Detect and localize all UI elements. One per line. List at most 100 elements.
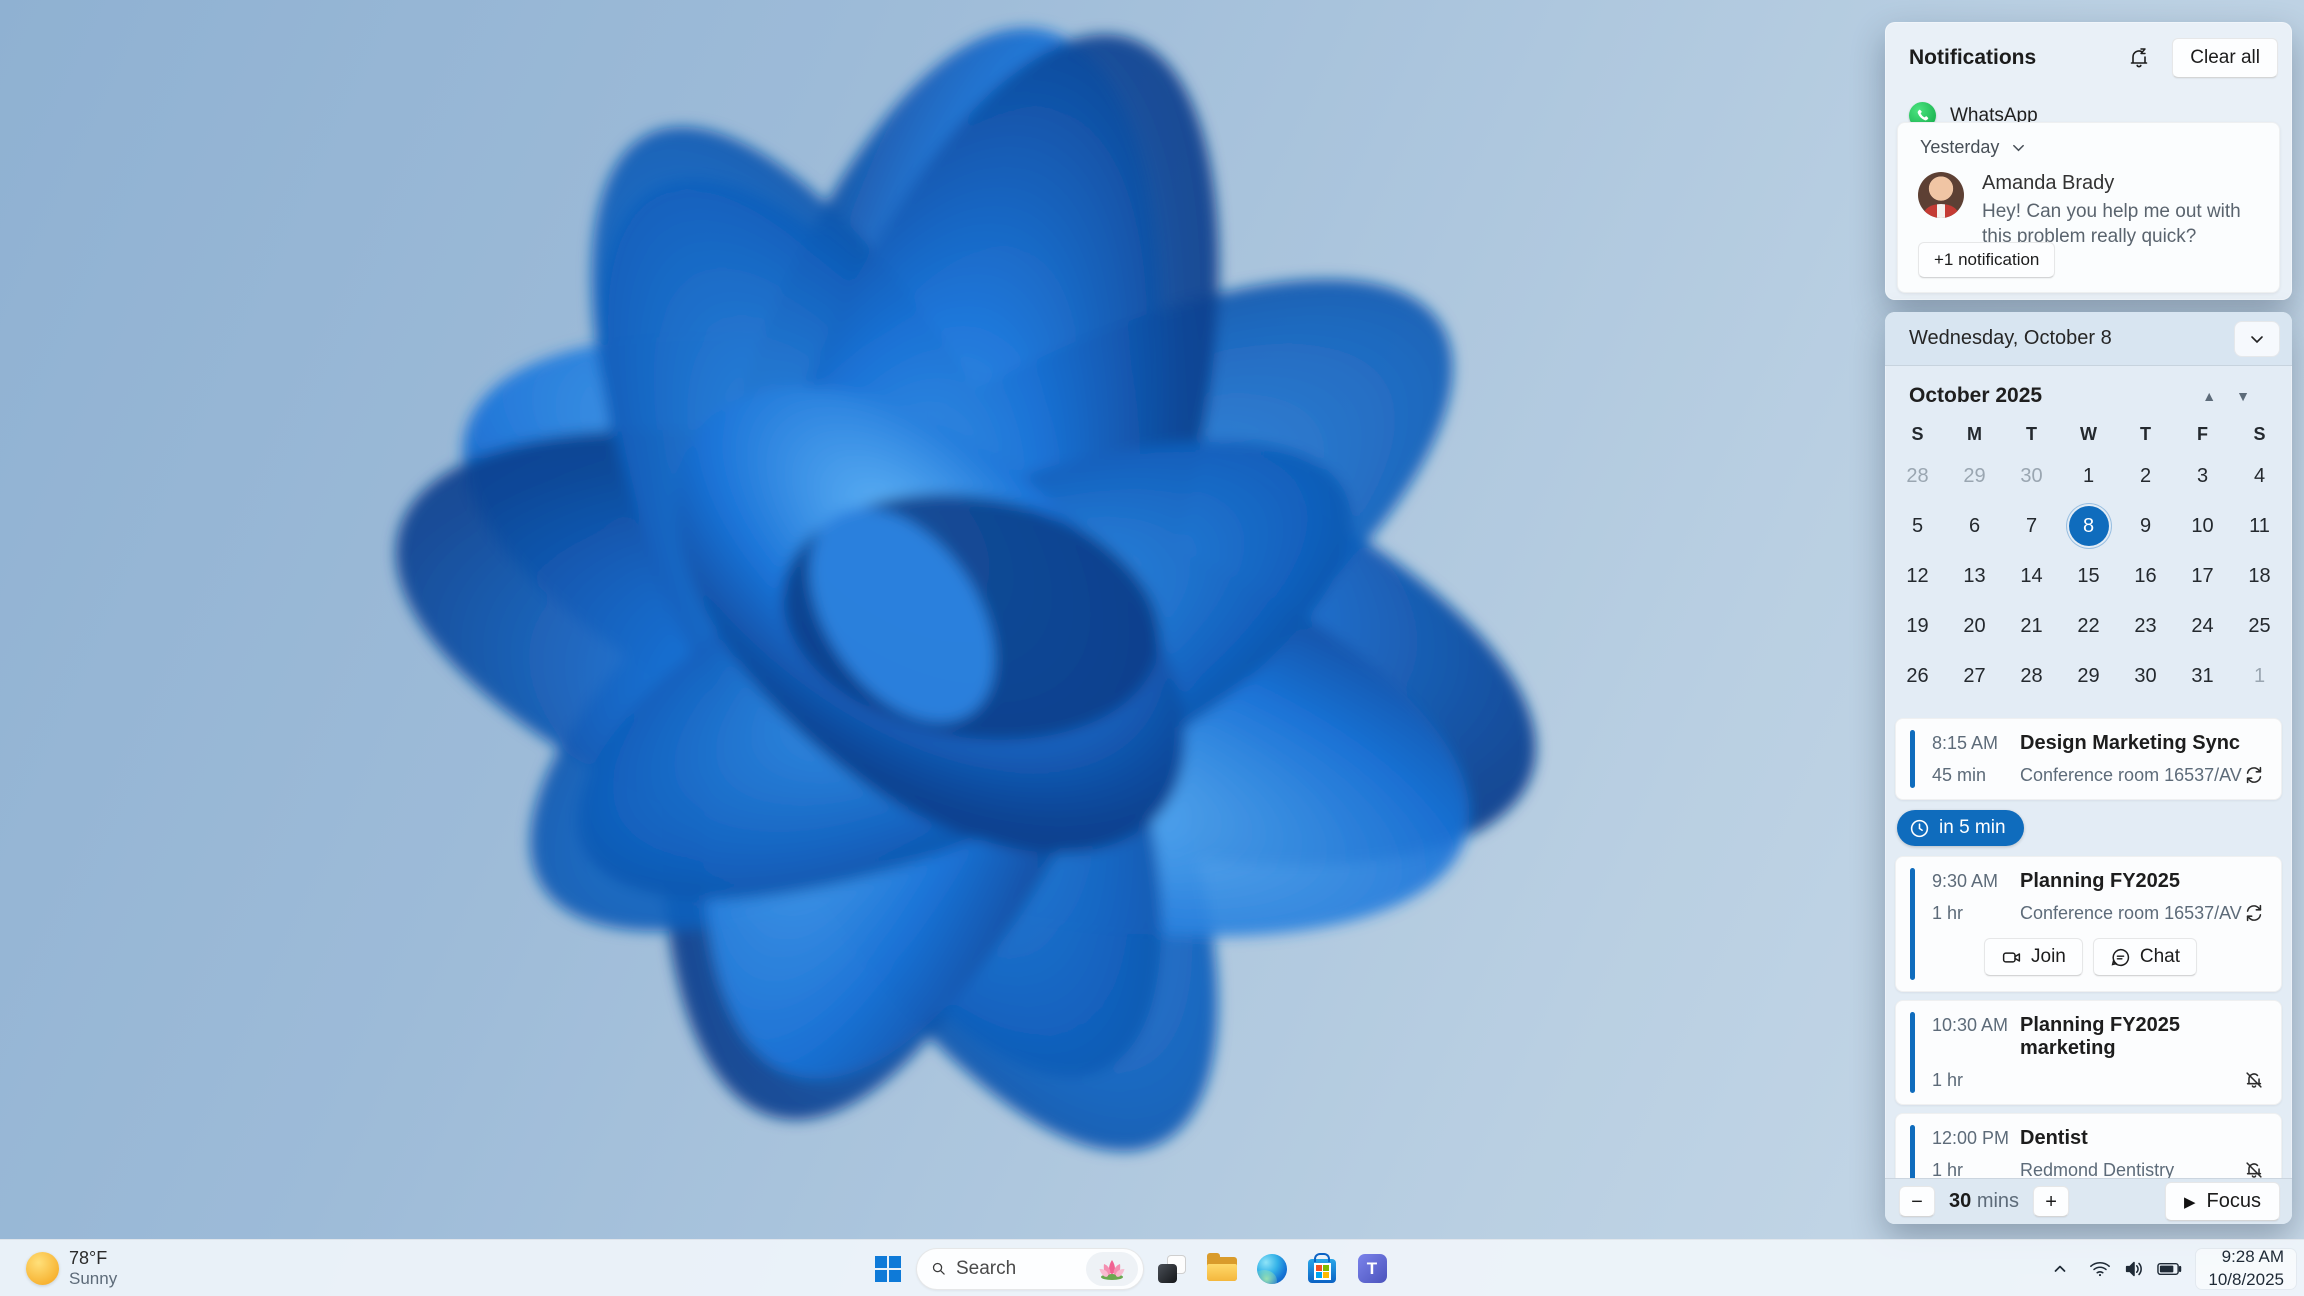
task-view-icon: [1158, 1254, 1186, 1283]
calendar-day[interactable]: 24: [2174, 601, 2231, 651]
calendar-day[interactable]: 10: [2174, 501, 2231, 551]
search-icon: [932, 1262, 945, 1275]
event-accent-bar: [1910, 1125, 1915, 1178]
bell-off-icon: [2243, 1069, 2265, 1091]
search-highlight-image[interactable]: [1085, 1251, 1138, 1286]
edge-icon: [1257, 1253, 1287, 1284]
desktop: Notifications Clear all WhatsApp Yesterd…: [0, 0, 2304, 1296]
calendar-dow-label: W: [2080, 424, 2097, 444]
calendar-day[interactable]: 13: [1946, 551, 2003, 601]
join-meeting-button[interactable]: Join: [1984, 938, 2083, 976]
calendar-day[interactable]: 23: [2117, 601, 2174, 651]
teams-button[interactable]: T: [1350, 1247, 1394, 1291]
calendar-day[interactable]: 27: [1946, 651, 2003, 701]
play-icon: ▶: [2183, 1193, 2196, 1211]
calendar-next-month-button[interactable]: ▼: [2226, 384, 2260, 408]
calendar-day[interactable]: 9: [2117, 501, 2174, 551]
calendar-day[interactable]: 7: [2003, 501, 2060, 551]
notification-group-label: Yesterday: [1920, 137, 2000, 157]
calendar-day-selected[interactable]: 8: [2060, 501, 2117, 551]
calendar-dow-label: F: [2197, 424, 2208, 444]
calendar-day[interactable]: 17: [2174, 551, 2231, 601]
agenda-event[interactable]: 12:00 PM Dentist 1 hr Redmond Dentistry: [1895, 1113, 2282, 1178]
event-title: Dentist: [2020, 1127, 2088, 1149]
focus-duration: 30 mins: [1949, 1190, 2020, 1212]
calendar-day[interactable]: 19: [1889, 601, 1946, 651]
event-location: Conference room 16537/AV: [2020, 902, 2242, 923]
quick-settings-button[interactable]: [2079, 1249, 2192, 1289]
calendar-dow-label: T: [2140, 424, 2151, 444]
calendar-day[interactable]: 29: [2060, 651, 2117, 701]
decrease-duration-button[interactable]: −: [1899, 1186, 1935, 1217]
edge-browser-button[interactable]: [1250, 1247, 1294, 1291]
chat-button[interactable]: Chat: [2092, 938, 2197, 976]
calendar-day[interactable]: 5: [1889, 501, 1946, 551]
calendar-day[interactable]: 20: [1946, 601, 2003, 651]
calendar-dow-row: SMTWTFS: [1885, 408, 2292, 445]
event-accent-bar: [1910, 1012, 1915, 1093]
calendar-day[interactable]: 6: [1946, 501, 2003, 551]
notification-group-toggle[interactable]: Yesterday: [1898, 123, 2279, 158]
sender-avatar: [1918, 172, 1964, 218]
agenda-event[interactable]: 10:30 AM Planning FY2025 marketing 1 hr: [1895, 1000, 2282, 1105]
calendar-day[interactable]: 2: [2117, 451, 2174, 501]
calendar-day[interactable]: 21: [2003, 601, 2060, 651]
calendar-dow-label: S: [1911, 424, 1924, 444]
lotus-flower-icon: [1099, 1259, 1125, 1280]
calendar-flyout: Wednesday, October 8 October 2025 ▲ ▼ S M…: [1885, 312, 2292, 1224]
notification-center: Notifications Clear all WhatsApp Yesterd…: [1885, 22, 2292, 300]
calendar-dow-label: S: [2253, 424, 2266, 444]
calendar-dow-label: M: [1967, 424, 1982, 444]
clock-icon: [1910, 819, 1929, 837]
start-button[interactable]: [866, 1247, 910, 1291]
microsoft-store-button[interactable]: [1300, 1247, 1344, 1291]
agenda-event[interactable]: 8:15 AM Design Marketing Sync 45 min Con…: [1895, 718, 2282, 800]
calendar-day[interactable]: 4: [2231, 451, 2288, 501]
calendar-day[interactable]: 25: [2231, 601, 2288, 651]
calendar-day[interactable]: 30: [2003, 451, 2060, 501]
event-duration: 1 hr: [1932, 1159, 1964, 1179]
recurring-icon: [2243, 902, 2265, 924]
calendar-day[interactable]: 26: [1889, 651, 1946, 701]
calendar-day[interactable]: 28: [1889, 451, 1946, 501]
calendar-day[interactable]: 22: [2060, 601, 2117, 651]
calendar-day[interactable]: 15: [2060, 551, 2117, 601]
taskbar-search-box[interactable]: [916, 1247, 1144, 1290]
clear-all-button[interactable]: Clear all: [2172, 38, 2278, 78]
calendar-day[interactable]: 14: [2003, 551, 2060, 601]
calendar-day[interactable]: 11: [2231, 501, 2288, 551]
agenda-list: 8:15 AM Design Marketing Sync 45 min Con…: [1885, 718, 2292, 1178]
search-input[interactable]: [955, 1257, 1076, 1280]
weather-temperature: 78°F: [69, 1247, 108, 1268]
calendar-day[interactable]: 28: [2003, 651, 2060, 701]
chat-bubble-icon: [2111, 948, 2129, 966]
event-time: 10:30 AM: [1932, 1015, 2009, 1035]
calendar-day[interactable]: 30: [2117, 651, 2174, 701]
sun-icon: [26, 1252, 59, 1285]
calendar-collapse-button[interactable]: [2234, 320, 2280, 357]
start-focus-button[interactable]: ▶ Focus: [2164, 1182, 2280, 1221]
event-duration: 45 min: [1932, 764, 1987, 785]
calendar-day[interactable]: 18: [2231, 551, 2288, 601]
tray-time: 9:28 AM: [2221, 1247, 2284, 1267]
calendar-day[interactable]: 12: [1889, 551, 1946, 601]
calendar-day[interactable]: 16: [2117, 551, 2174, 601]
calendar-day[interactable]: 3: [2174, 451, 2231, 501]
notification-card[interactable]: Yesterday Amanda Brady Hey! Can you help…: [1897, 122, 2280, 293]
increase-duration-button[interactable]: +: [2033, 1186, 2070, 1217]
event-title: Planning FY2025 marketing: [2020, 1014, 2181, 1059]
event-time: 9:30 AM: [1932, 871, 1999, 891]
clock-date-button[interactable]: 9:28 AM 10/8/2025: [2196, 1247, 2296, 1289]
widgets-weather-button[interactable]: 78°F Sunny: [16, 1240, 127, 1296]
calendar-day[interactable]: 31: [2174, 651, 2231, 701]
calendar-prev-month-button[interactable]: ▲: [2192, 384, 2226, 408]
file-explorer-button[interactable]: [1200, 1247, 1244, 1291]
more-notifications-button[interactable]: +1 notification: [1918, 242, 2056, 278]
do-not-disturb-button[interactable]: [2116, 38, 2162, 78]
hidden-icons-button[interactable]: [2045, 1249, 2075, 1289]
calendar-day[interactable]: 1: [2231, 651, 2288, 701]
task-view-button[interactable]: [1150, 1247, 1194, 1291]
agenda-event[interactable]: 9:30 AM Planning FY2025 1 hr Conference …: [1895, 856, 2282, 992]
calendar-day[interactable]: 29: [1946, 451, 2003, 501]
calendar-day[interactable]: 1: [2060, 451, 2117, 501]
